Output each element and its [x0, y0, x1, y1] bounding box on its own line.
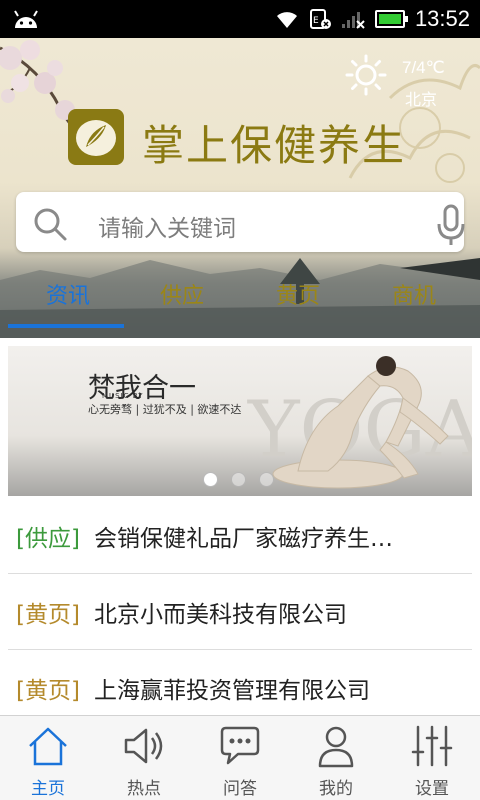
indicator-dot[interactable]	[203, 472, 218, 487]
chat-icon	[220, 726, 260, 765]
nav-label: 我的	[319, 779, 353, 799]
indicator-dot[interactable]	[231, 472, 246, 487]
speaker-icon	[124, 728, 163, 764]
tab-news[interactable]: 资讯	[8, 282, 128, 330]
app-header: 7/4℃ 北京 掌上保健养生 请输入关键词 资讯 供应 黄页 商机	[0, 38, 480, 338]
battery-icon	[374, 10, 408, 28]
banner-kicker: MUSIC BY	[102, 392, 144, 400]
signal-icon	[341, 12, 365, 29]
leaf-logo-icon	[76, 120, 116, 156]
item-tag: [供应]	[16, 525, 80, 552]
android-icon	[14, 10, 38, 28]
news-list: [供应] 会销保健礼品厂家磁疗养生… [黄页] 北京小而美科技有限公司 [黄页]…	[8, 498, 472, 726]
nav-label: 问答	[223, 779, 257, 799]
search-icon[interactable]	[32, 206, 68, 242]
sim-icon: E	[309, 9, 331, 29]
active-tab-indicator	[8, 324, 124, 328]
list-item[interactable]: [供应] 会销保健礼品厂家磁疗养生…	[8, 498, 472, 574]
bottom-navigation: 主页 热点 问答 我的 设置	[0, 715, 480, 800]
app-screen: E 13:52 7/4℃ 北京 掌上保健养生 请输入关键词 资讯 供应 黄页 商…	[0, 0, 480, 800]
sliders-icon	[411, 725, 453, 767]
weather-city: 北京	[405, 90, 438, 109]
item-title: 上海赢菲投资管理有限公司	[93, 678, 370, 704]
nav-label: 设置	[415, 779, 449, 799]
banner-subline: 心无旁骛 | 过犹不及 | 欲速不达	[88, 403, 242, 416]
sun-icon	[345, 54, 387, 96]
item-tag: [黄页]	[16, 678, 80, 704]
item-tag: [黄页]	[16, 601, 80, 628]
tab-supply[interactable]: 供应	[122, 282, 242, 330]
category-tabs: 资讯 供应 黄页 商机	[0, 282, 480, 338]
indicator-dot[interactable]	[259, 472, 274, 487]
app-title: 掌上保健养生	[142, 121, 407, 170]
item-title: 北京小而美科技有限公司	[93, 601, 347, 628]
search-bar[interactable]: 请输入关键词	[16, 192, 465, 252]
banner-page-indicator[interactable]	[203, 472, 274, 487]
home-icon	[29, 727, 67, 766]
svg-text:E: E	[313, 16, 319, 26]
status-bar: E 13:52	[0, 0, 480, 38]
nav-label: 热点	[127, 779, 161, 799]
nav-qa[interactable]: 问答	[192, 716, 288, 800]
nav-hot[interactable]: 热点	[96, 716, 192, 800]
item-title: 会销保健礼品厂家磁疗养生…	[93, 525, 393, 552]
promo-banner[interactable]: YOGA 梵我合一 MUSIC BY 心无旁骛 | 过犹不及 | 欲速不达	[8, 346, 472, 496]
nav-label: 主页	[31, 779, 65, 799]
search-input[interactable]: 请输入关键词	[98, 209, 236, 243]
status-time: 13:52	[414, 6, 470, 31]
tab-business[interactable]: 商机	[354, 282, 474, 330]
list-item[interactable]: [黄页] 北京小而美科技有限公司	[8, 574, 472, 650]
nav-settings[interactable]: 设置	[384, 716, 480, 800]
nav-home[interactable]: 主页	[0, 716, 96, 800]
nav-mine[interactable]: 我的	[288, 716, 384, 800]
app-logo	[68, 109, 124, 165]
weather-widget[interactable]: 7/4℃ 北京	[345, 50, 475, 109]
tab-yellow-pages[interactable]: 黄页	[238, 282, 358, 330]
wifi-icon	[276, 12, 297, 28]
user-icon	[318, 726, 354, 768]
weather-temperature: 7/4℃	[402, 58, 445, 77]
microphone-icon[interactable]	[434, 204, 468, 246]
